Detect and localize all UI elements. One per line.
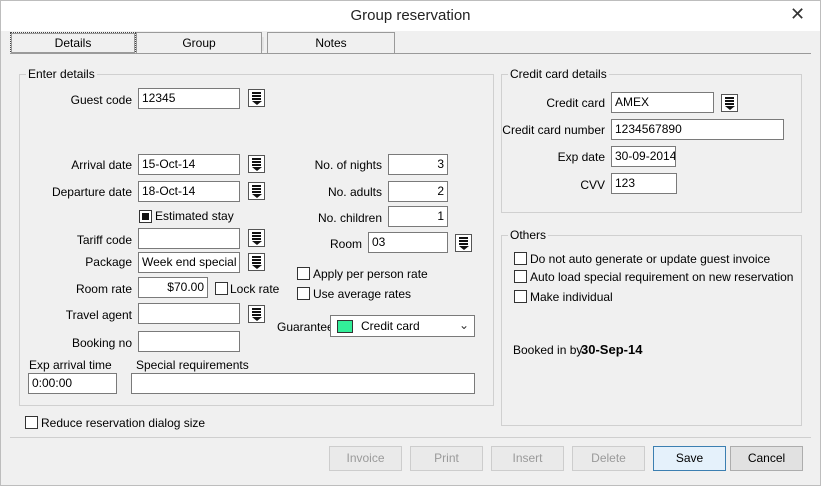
tariff-code-input[interactable] xyxy=(138,228,240,249)
special-requirements-input[interactable] xyxy=(131,373,475,394)
guarantee-label: Guarantee xyxy=(277,320,334,334)
exp-arrival-time-label: Exp arrival time xyxy=(29,358,112,372)
departure-date-label: Departure date xyxy=(51,185,132,199)
estimated-stay-label: Estimated stay xyxy=(155,209,234,223)
no-adults-label: No. adults xyxy=(327,185,382,199)
credit-card-input[interactable]: AMEX xyxy=(611,92,714,113)
exp-date-input[interactable]: 30-09-2014 xyxy=(611,146,676,167)
use-average-rates-label: Use average rates xyxy=(313,287,412,301)
no-auto-invoice-checkbox[interactable] xyxy=(514,252,527,265)
package-input[interactable]: Week end special xyxy=(138,252,240,273)
no-children-input[interactable]: 1 xyxy=(388,206,448,227)
travel-agent-input[interactable] xyxy=(138,303,240,324)
details-tab-panel: Enter details Guest code 12345 Arrival d… xyxy=(10,53,811,436)
package-label: Package xyxy=(85,255,132,269)
arrival-date-picker-icon[interactable] xyxy=(248,155,265,173)
guest-code-input[interactable]: 12345 xyxy=(138,88,240,109)
reduce-dialog-label: Reduce reservation dialog size xyxy=(41,416,206,430)
use-average-rates-checkbox[interactable] xyxy=(297,287,310,300)
credit-card-number-input[interactable]: 1234567890 xyxy=(611,119,784,140)
delete-button[interactable]: Delete xyxy=(572,446,645,471)
package-lookup-icon[interactable] xyxy=(248,253,265,271)
enter-details-legend: Enter details xyxy=(28,67,95,81)
credit-card-label: Credit card xyxy=(546,96,605,110)
lock-rate-label: Lock rate xyxy=(230,282,280,296)
credit-card-details-legend: Credit card details xyxy=(510,67,607,81)
tab-group[interactable]: Group xyxy=(136,32,262,54)
guest-code-lookup-icon[interactable] xyxy=(248,89,265,107)
guarantee-value: Credit card xyxy=(361,319,420,333)
others-legend: Others xyxy=(510,228,547,242)
departure-date-picker-icon[interactable] xyxy=(248,182,265,200)
tariff-code-lookup-icon[interactable] xyxy=(248,229,265,247)
title-bar: Group reservation ✕ xyxy=(1,1,820,31)
exp-arrival-time-input[interactable]: 0:00:00 xyxy=(28,373,117,394)
chevron-down-icon: ⌄ xyxy=(458,318,469,332)
print-button[interactable]: Print xyxy=(410,446,483,471)
insert-button[interactable]: Insert xyxy=(491,446,564,471)
booking-no-label: Booking no xyxy=(71,336,132,350)
cvv-label: CVV xyxy=(580,178,605,192)
no-auto-invoice-label: Do not auto generate or update guest inv… xyxy=(530,252,771,266)
room-rate-label: Room rate xyxy=(75,282,132,296)
no-of-nights-label: No. of nights xyxy=(314,158,382,172)
estimated-stay-checkbox[interactable] xyxy=(139,210,152,223)
booked-in-by-value: 30-Sep-14 xyxy=(581,342,643,357)
lock-rate-checkbox[interactable] xyxy=(215,282,228,295)
departure-date-input[interactable]: 18-Oct-14 xyxy=(138,181,240,202)
auto-load-special-checkbox[interactable] xyxy=(514,270,527,283)
invoice-button[interactable]: Invoice xyxy=(329,446,402,471)
credit-card-number-label: Credit card number xyxy=(502,123,605,137)
room-lookup-icon[interactable] xyxy=(455,234,472,252)
travel-agent-label: Travel agent xyxy=(65,308,132,322)
auto-load-special-label: Auto load special requirement on new res… xyxy=(530,270,794,284)
cancel-button[interactable]: Cancel xyxy=(730,446,803,471)
button-bar: Invoice Print Insert Delete Save Cancel xyxy=(10,437,811,481)
save-button[interactable]: Save xyxy=(653,446,726,471)
apply-per-person-rate-label: Apply per person rate xyxy=(313,267,428,281)
make-individual-checkbox[interactable] xyxy=(514,290,527,303)
arrival-date-input[interactable]: 15-Oct-14 xyxy=(138,154,240,175)
no-adults-input[interactable]: 2 xyxy=(388,181,448,202)
cvv-input[interactable]: 123 xyxy=(611,173,677,194)
booking-no-input[interactable] xyxy=(138,331,240,352)
room-input[interactable]: 03 xyxy=(368,232,448,253)
room-label: Room xyxy=(329,237,362,251)
credit-card-lookup-icon[interactable] xyxy=(721,94,738,112)
travel-agent-lookup-icon[interactable] xyxy=(248,305,265,323)
close-icon[interactable]: ✕ xyxy=(775,1,820,29)
arrival-date-label: Arrival date xyxy=(71,158,132,172)
room-rate-input[interactable]: $70.00 xyxy=(138,277,208,298)
apply-per-person-rate-checkbox[interactable] xyxy=(297,267,310,280)
window-title: Group reservation xyxy=(350,7,471,24)
guarantee-color-swatch xyxy=(337,320,353,333)
tab-notes[interactable]: Notes xyxy=(267,32,395,54)
group-reservation-window: Group reservation ✕ SOFTPEDIA Details Gr… xyxy=(0,0,821,486)
special-requirements-label: Special requirements xyxy=(136,358,249,372)
booked-in-by-label: Booked in by xyxy=(513,343,583,357)
guarantee-select[interactable]: Credit card ⌄ xyxy=(330,315,475,337)
reduce-dialog-checkbox[interactable] xyxy=(25,416,38,429)
tab-details[interactable]: Details xyxy=(10,32,136,54)
tariff-code-label: Tariff code xyxy=(76,233,132,247)
exp-date-label: Exp date xyxy=(557,150,605,164)
guest-code-label: Guest code xyxy=(70,93,132,107)
make-individual-label: Make individual xyxy=(530,290,613,304)
no-children-label: No. children xyxy=(317,211,382,225)
no-of-nights-input[interactable]: 3 xyxy=(388,154,448,175)
